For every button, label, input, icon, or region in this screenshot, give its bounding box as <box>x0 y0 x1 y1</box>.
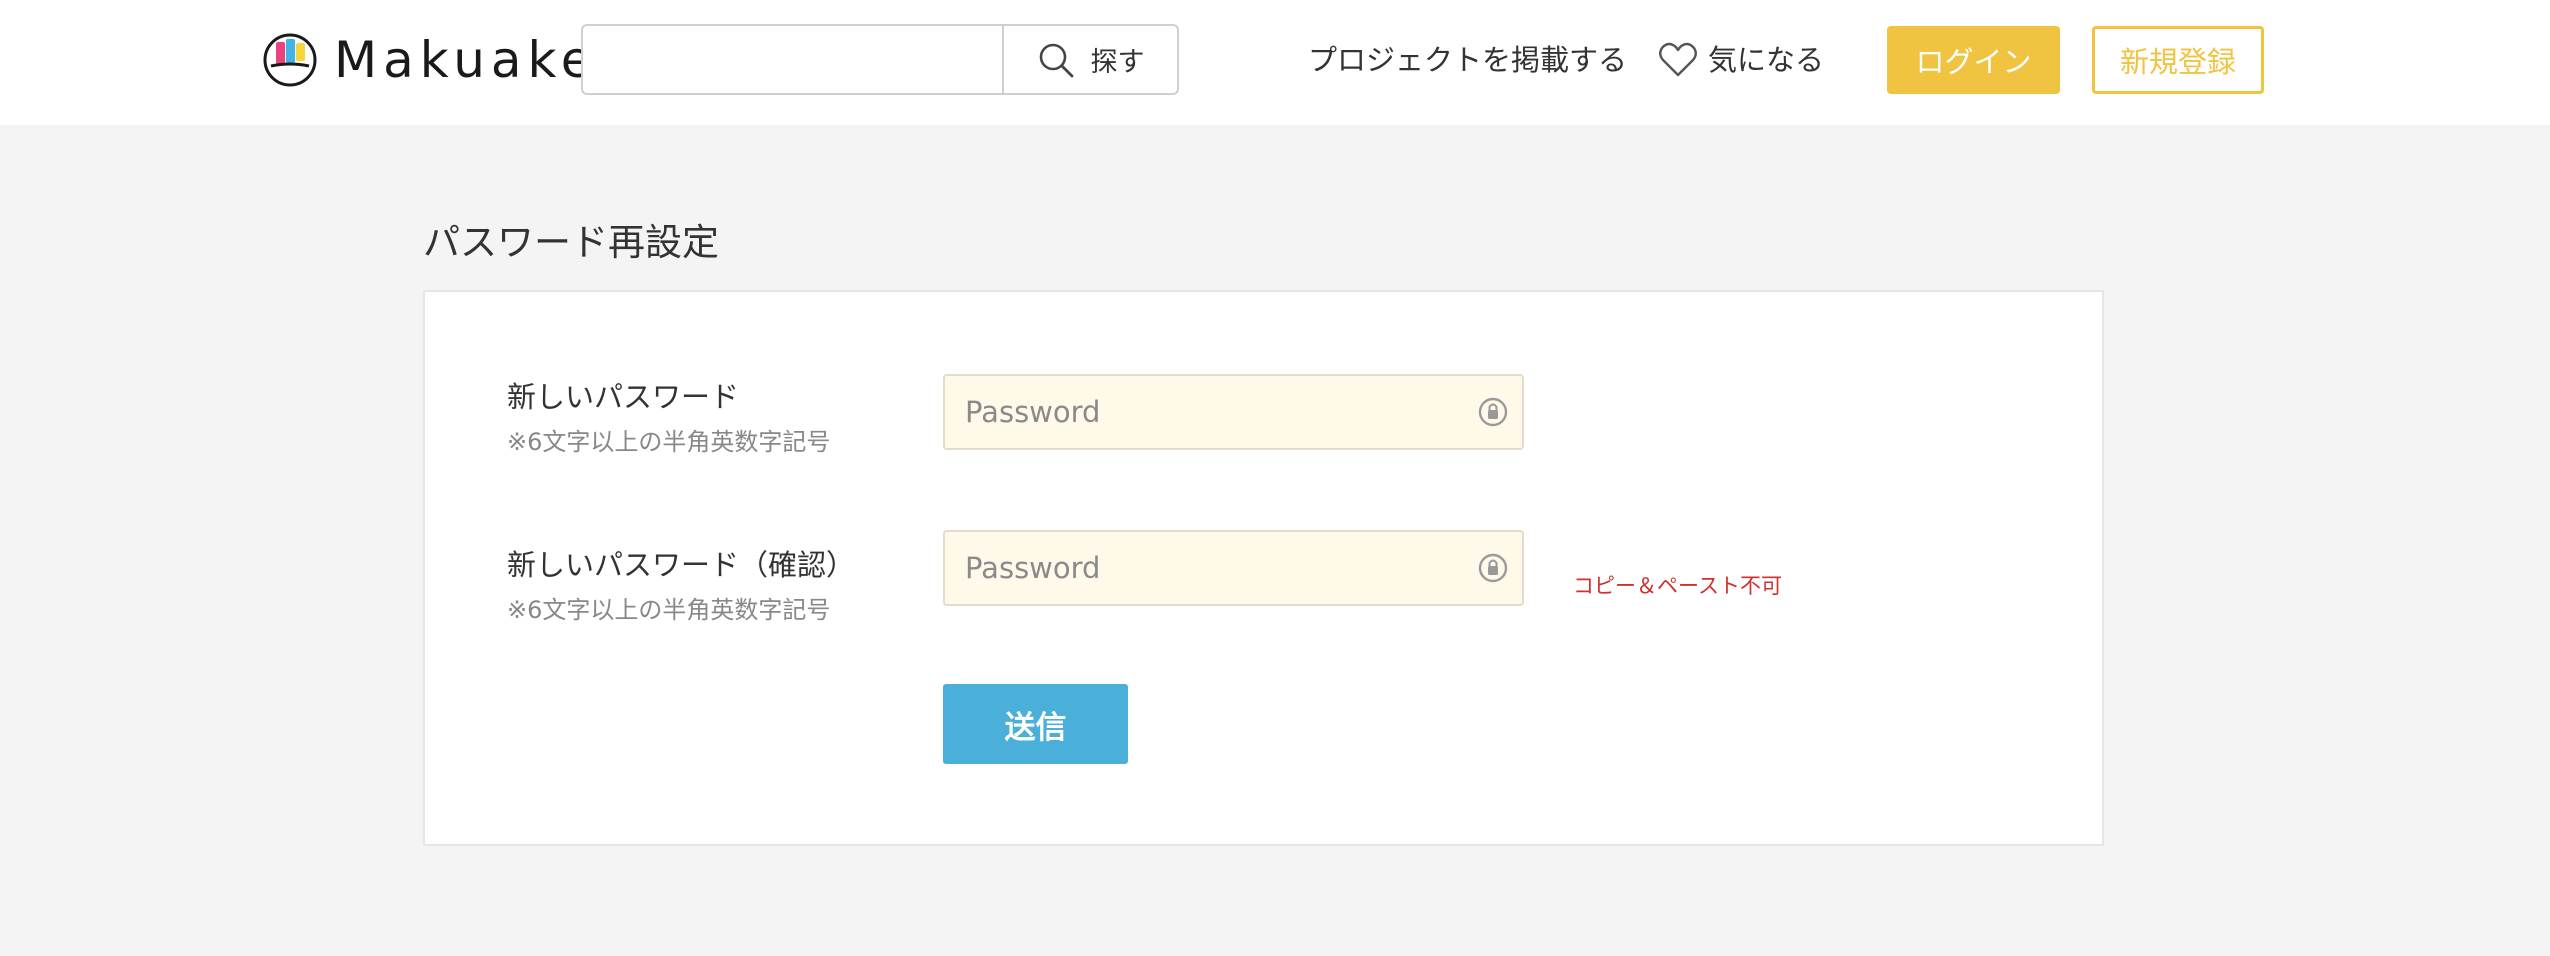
favorites-label: 気になる <box>1708 43 1825 77</box>
confirm-password-field-wrapper <box>943 530 1524 606</box>
register-button[interactable]: 新規登録 <box>2092 26 2264 94</box>
password-reset-form: 新しいパスワード ※6文字以上の半角英数字記号 新しいパスワード（確認） ※6文… <box>423 290 2104 846</box>
no-paste-warning: コピー＆ペースト不可 <box>1573 574 1782 598</box>
new-password-label: 新しいパスワード <box>507 380 740 414</box>
search-button-label: 探す <box>1090 47 1145 78</box>
password-key-icon[interactable] <box>1476 551 1510 585</box>
logo-text: Makuake <box>334 31 598 89</box>
logo-mark-icon <box>263 33 317 87</box>
page-title: パスワード再設定 <box>423 221 719 264</box>
search-button[interactable]: 探す <box>1002 26 1177 93</box>
search-input[interactable] <box>583 26 1002 93</box>
submit-button[interactable]: 送信 <box>943 684 1128 764</box>
favorites-link[interactable]: 気になる <box>1658 36 1824 84</box>
password-key-icon[interactable] <box>1476 395 1510 429</box>
makuake-logo[interactable]: Makuake <box>262 32 597 88</box>
confirm-password-label: 新しいパスワード（確認） <box>507 548 856 582</box>
search-icon <box>1039 43 1073 77</box>
login-button[interactable]: ログイン <box>1887 26 2060 94</box>
heart-icon <box>1659 42 1697 77</box>
search-bar: 探す <box>581 24 1179 95</box>
confirm-password-note: ※6文字以上の半角英数字記号 <box>507 596 831 624</box>
site-header: Makuake 探す プロジェクトを掲載する 気になる ログイン 新規登録 <box>0 0 2550 125</box>
new-password-input[interactable] <box>945 376 1476 448</box>
new-password-note: ※6文字以上の半角英数字記号 <box>507 428 831 456</box>
post-project-link[interactable]: プロジェクトを掲載する <box>1308 36 1627 84</box>
confirm-password-input[interactable] <box>945 532 1476 604</box>
new-password-field-wrapper <box>943 374 1524 450</box>
